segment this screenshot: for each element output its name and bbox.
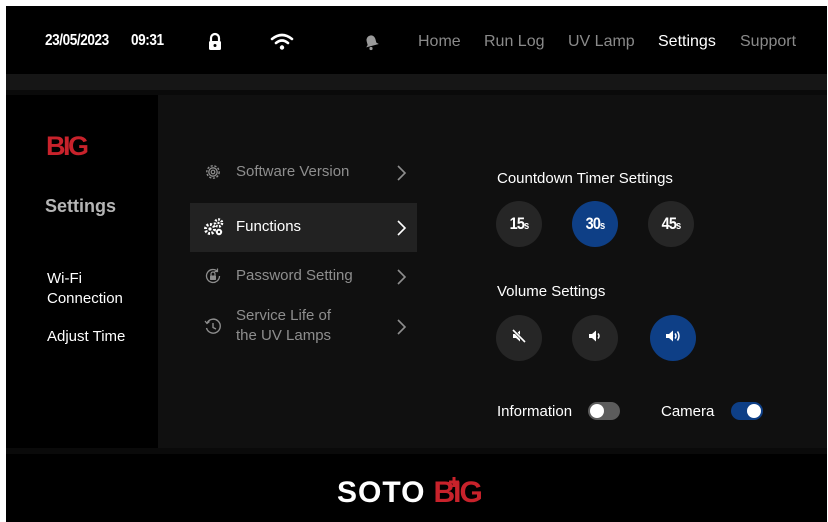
gear-outline-icon	[203, 162, 223, 182]
clock-history-icon	[203, 317, 223, 337]
left-panel: BIG Settings Wi-Fi Connection Adjust Tim…	[6, 95, 158, 448]
gears-icon	[203, 217, 224, 237]
nav-home[interactable]: Home	[418, 33, 461, 51]
volume-mute-icon	[510, 327, 528, 350]
menu-item-label: Software Version	[236, 163, 350, 180]
volume-high-button[interactable]	[650, 315, 696, 361]
sidebar-item-wifi[interactable]: Wi-Fi Connection	[47, 269, 123, 309]
toggle-knob	[590, 404, 604, 418]
volume-low-icon	[586, 327, 604, 350]
timer-value: 45	[661, 214, 677, 233]
sidebar-item-adjust-time[interactable]: Adjust Time	[47, 327, 125, 347]
divider-band	[6, 74, 827, 90]
timer-45s-button[interactable]: 45s	[648, 201, 694, 247]
countdown-title: Countdown Timer Settings	[497, 170, 673, 187]
timer-15s-button[interactable]: 15s	[496, 201, 542, 247]
wifi-icon	[269, 31, 295, 53]
menu-item-software-version[interactable]: Software Version	[190, 148, 417, 197]
soto-big-logo: SOTO BIG	[337, 474, 483, 510]
menu-item-service-life[interactable]: Service Life of the UV Lamps	[190, 301, 417, 351]
status-date: 23/05/2023	[45, 32, 109, 49]
timer-unit: s	[524, 220, 529, 232]
information-label: Information	[497, 403, 573, 420]
lock-circle-icon	[203, 266, 223, 286]
volume-low-button[interactable]	[572, 315, 618, 361]
status-time: 09:31	[131, 32, 164, 49]
bell-icon[interactable]	[360, 31, 382, 53]
volume-title: Volume Settings	[497, 283, 606, 300]
top-bar: 23/05/2023 09:31 Home Run Log UV Lamp Se…	[6, 6, 827, 74]
footer: SOTO BIG	[6, 454, 827, 522]
main-panel: Software Version Functions Password Sett…	[158, 95, 827, 448]
chevron-right-icon	[395, 218, 407, 238]
timer-unit: s	[676, 220, 681, 232]
menu-item-label: Functions	[236, 218, 302, 235]
logo-cross-icon	[449, 474, 459, 487]
timer-unit: s	[600, 220, 605, 232]
menu-item-functions[interactable]: Functions	[190, 203, 417, 252]
nav-settings[interactable]: Settings	[658, 33, 716, 51]
volume-high-icon	[663, 327, 683, 350]
logo-soto-text: SOTO	[337, 476, 426, 509]
timer-value: 30	[585, 214, 601, 233]
timer-value: 15	[509, 214, 525, 233]
timer-30s-button[interactable]: 30s	[572, 201, 618, 247]
nav-uv-lamp[interactable]: UV Lamp	[568, 33, 635, 51]
menu-item-label: Password Setting	[236, 267, 353, 284]
menu-item-label: Service Life of the UV Lamps	[236, 307, 332, 344]
page-title: Settings	[45, 196, 117, 216]
lock-icon	[204, 31, 226, 53]
nav-support[interactable]: Support	[740, 33, 796, 51]
information-toggle[interactable]	[588, 402, 620, 420]
nav-run-log[interactable]: Run Log	[484, 33, 545, 51]
brand-logo-big: BIG	[46, 131, 89, 161]
menu-item-password-setting[interactable]: Password Setting	[190, 252, 417, 301]
camera-label: Camera	[661, 403, 715, 420]
device-screen: 23/05/2023 09:31 Home Run Log UV Lamp Se…	[6, 6, 827, 522]
chevron-right-icon	[395, 163, 407, 183]
chevron-right-icon	[395, 317, 407, 337]
toggle-knob	[747, 404, 761, 418]
chevron-right-icon	[395, 267, 407, 287]
volume-mute-button[interactable]	[496, 315, 542, 361]
camera-toggle[interactable]	[731, 402, 763, 420]
